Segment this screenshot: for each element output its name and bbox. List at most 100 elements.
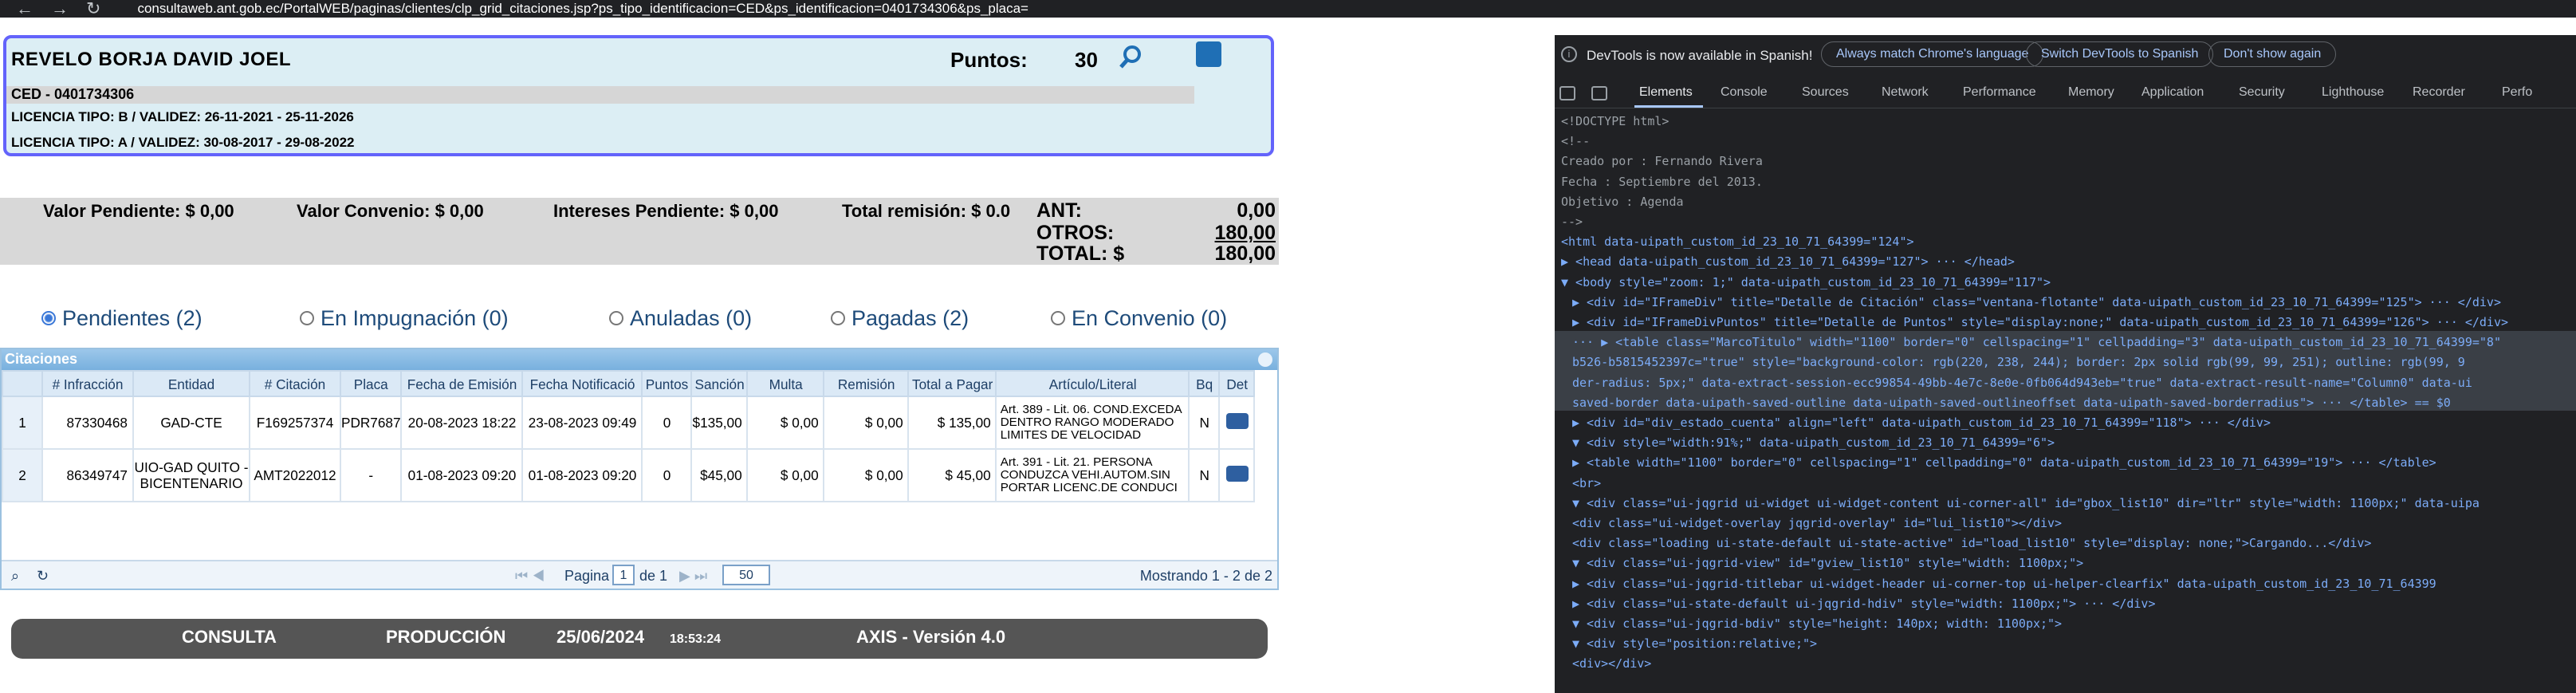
valor-convenio: Valor Convenio: $ 0,00	[297, 203, 484, 222]
tab-network[interactable]: Network	[1882, 85, 1929, 100]
page-input[interactable]: 1	[612, 565, 635, 585]
col-citacion[interactable]: # Citación	[249, 370, 341, 397]
dom-line[interactable]: ▼ <div class="ui-jqgrid ui-widget ui-wid…	[1572, 494, 2480, 514]
tab-security[interactable]: Security	[2239, 85, 2285, 100]
search-icon[interactable]	[1118, 45, 1143, 70]
grid-pager: ⌕ ↻ ⏮ ◀ Pagina 1 de 1 ▶ ⏭ 50 Mostrando 1…	[2, 560, 1277, 589]
tab-recorder[interactable]: Recorder	[2413, 85, 2465, 100]
dom-line[interactable]: <br>	[1572, 474, 1601, 494]
dom-line[interactable]: <div class="ui-widget-overlay jqgrid-ove…	[1572, 514, 2062, 534]
refresh-icon[interactable]: ↻	[37, 568, 49, 585]
detail-icon[interactable]	[1225, 413, 1249, 429]
dom-line[interactable]: Fecha : Septiembre del 2013.	[1561, 172, 1763, 192]
table-row[interactable]: 1 87330468 GAD-CTE F169257374 PDR7687 20…	[2, 396, 1256, 450]
back-icon[interactable]: ←	[16, 0, 33, 19]
detail-icon[interactable]	[1225, 466, 1249, 482]
notice-message: DevTools is now available in Spanish!	[1587, 48, 1813, 63]
col-infraccion[interactable]: # Infracción	[41, 370, 134, 397]
forward-icon[interactable]: →	[51, 0, 69, 19]
tab-performance-insights[interactable]: Perfo	[2502, 85, 2532, 100]
cell-sancion: $135,00	[690, 396, 749, 450]
dom-line[interactable]: ▼ <div class="ui-jqgrid-bdiv" style="hei…	[1572, 614, 2062, 634]
tab-console[interactable]: Console	[1721, 85, 1768, 100]
total-label: TOTAL: $	[1036, 242, 1125, 265]
tab-sources[interactable]: Sources	[1802, 85, 1849, 100]
col-total[interactable]: Total a Pagar	[907, 370, 997, 397]
radio[interactable]	[300, 311, 314, 325]
next-page-icon[interactable]: ▶ ⏭	[679, 568, 707, 585]
col-rownum[interactable]	[2, 370, 43, 397]
filter-anuladas[interactable]: Anuladas (0)	[609, 306, 752, 330]
cell-articulo: Art. 391 - Lit. 21. PERSONA CONDUZCA VEH…	[995, 448, 1190, 502]
always-match-button[interactable]: Always match Chrome's language	[1821, 41, 2044, 67]
filter-pendientes[interactable]: Pendientes (2)	[41, 306, 203, 330]
dom-line[interactable]: ▼ <div class="ui-jqgrid-view" id="gview_…	[1572, 553, 2083, 573]
dom-line[interactable]: <!--	[1561, 132, 1590, 152]
col-det[interactable]: Det	[1218, 370, 1256, 397]
first-page-icon[interactable]: ⏮ ◀	[515, 568, 545, 585]
dom-line[interactable]: <!DOCTYPE html>	[1561, 112, 1669, 132]
filter-pagadas[interactable]: Pagadas (2)	[831, 306, 969, 330]
tab-application[interactable]: Application	[2141, 85, 2204, 100]
tab-elements[interactable]: Elements	[1639, 85, 1693, 100]
search-grid-icon[interactable]: ⌕	[11, 568, 19, 585]
dom-line[interactable]: ▼ <div style="position:relative;">	[1572, 634, 1817, 654]
dont-show-button[interactable]: Don't show again	[2208, 41, 2337, 67]
status-filter: Pendientes (2) En Impugnación (0) Anulad…	[41, 306, 1285, 338]
dom-line[interactable]: <html data-uipath_custom_id_23_10_71_643…	[1561, 232, 1914, 252]
dom-line[interactable]: ▶ <div class="ui-jqgrid-titlebar ui-widg…	[1572, 574, 2436, 594]
cell-bq: N	[1188, 448, 1221, 502]
col-puntos[interactable]: Puntos	[641, 370, 693, 397]
radio[interactable]	[1051, 311, 1065, 325]
col-sancion[interactable]: Sanción	[690, 370, 749, 397]
dom-line[interactable]: <div class="loading ui-state-default ui-…	[1572, 534, 2371, 553]
dom-line[interactable]: ▶ <div id="IFrameDivPuntos" title="Detal…	[1572, 313, 2508, 333]
dom-tree[interactable]: <!DOCTYPE html> <!-- Creado por : Fernand…	[1555, 112, 2576, 693]
dom-line[interactable]: ··· ▶ <table class="MarcoTitulo" width="…	[1572, 333, 2501, 352]
col-bq[interactable]: Bq	[1188, 370, 1221, 397]
puntos-value: 30	[1075, 48, 1098, 72]
filter-impugnacion[interactable]: En Impugnación (0)	[300, 306, 509, 330]
col-remision[interactable]: Remisión	[823, 370, 910, 397]
radio-selected[interactable]	[41, 311, 56, 325]
cell-det	[1218, 396, 1256, 450]
dom-line[interactable]: ▶ <head data-uipath_custom_id_23_10_71_6…	[1561, 252, 2015, 272]
filter-convenio[interactable]: En Convenio (0)	[1051, 306, 1227, 330]
col-emision[interactable]: Fecha de Emisión	[400, 370, 524, 397]
collapse-icon[interactable]	[1258, 352, 1272, 367]
dom-line[interactable]: ▶ <div id="div_estado_cuenta" align="lef…	[1572, 413, 2271, 433]
dom-line[interactable]: ▶ <div class="ui-state-default ui-jqgrid…	[1572, 594, 2156, 614]
dom-line[interactable]: Objetivo : Agenda	[1561, 192, 1684, 212]
col-articulo[interactable]: Artículo/Literal	[995, 370, 1190, 397]
export-icon[interactable]	[1196, 41, 1221, 67]
tab-lighthouse[interactable]: Lighthouse	[2322, 85, 2384, 100]
dom-line[interactable]: b526-b5815452397c="true" style="backgrou…	[1572, 352, 2465, 372]
device-toggle-icon[interactable]	[1591, 86, 1607, 100]
radio[interactable]	[831, 311, 845, 325]
col-placa[interactable]: Placa	[339, 370, 403, 397]
radio[interactable]	[609, 311, 623, 325]
table-row[interactable]: 2 86349747 UIO-GAD QUITO - BICENTENARIO …	[2, 448, 1256, 502]
dom-line[interactable]: ▶ <div id="IFrameDiv" title="Detalle de …	[1572, 293, 2501, 313]
reload-icon[interactable]: ↻	[86, 0, 100, 19]
total-remision: Total remisión: $ 0.0	[842, 203, 1011, 222]
tab-memory[interactable]: Memory	[2068, 85, 2114, 100]
tab-performance[interactable]: Performance	[1963, 85, 2036, 100]
dom-line[interactable]: <div></div>	[1572, 654, 1651, 674]
cell-puntos: 0	[641, 448, 693, 502]
dom-line[interactable]: der-radius: 5px;" data-extract-session-e…	[1572, 373, 2472, 393]
inspect-icon[interactable]	[1559, 86, 1575, 100]
col-entidad[interactable]: Entidad	[132, 370, 250, 397]
dom-line[interactable]: Creado por : Fernando Rivera	[1561, 152, 1763, 171]
cell-placa: -	[339, 448, 403, 502]
dom-line[interactable]: ▶ <table width="1100" border="0" cellspa…	[1572, 453, 2436, 473]
dom-line[interactable]: ▼ <div style="width:91%;" data-uipath_cu…	[1572, 433, 2055, 453]
dom-line[interactable]: ▼ <body style="zoom: 1;" data-uipath_cus…	[1561, 273, 2051, 293]
address-bar[interactable]: consultaweb.ant.gob.ec/PortalWEB/paginas…	[137, 1, 1028, 17]
col-multa[interactable]: Multa	[746, 370, 825, 397]
switch-spanish-button[interactable]: Switch DevTools to Spanish	[2026, 41, 2214, 67]
col-notificacion[interactable]: Fecha Notificació	[521, 370, 643, 397]
dom-line[interactable]: -->	[1561, 212, 1583, 232]
dom-line[interactable]: saved-border data-uipath-saved-outline d…	[1572, 393, 2451, 413]
rows-per-page-select[interactable]: 50	[722, 565, 770, 585]
